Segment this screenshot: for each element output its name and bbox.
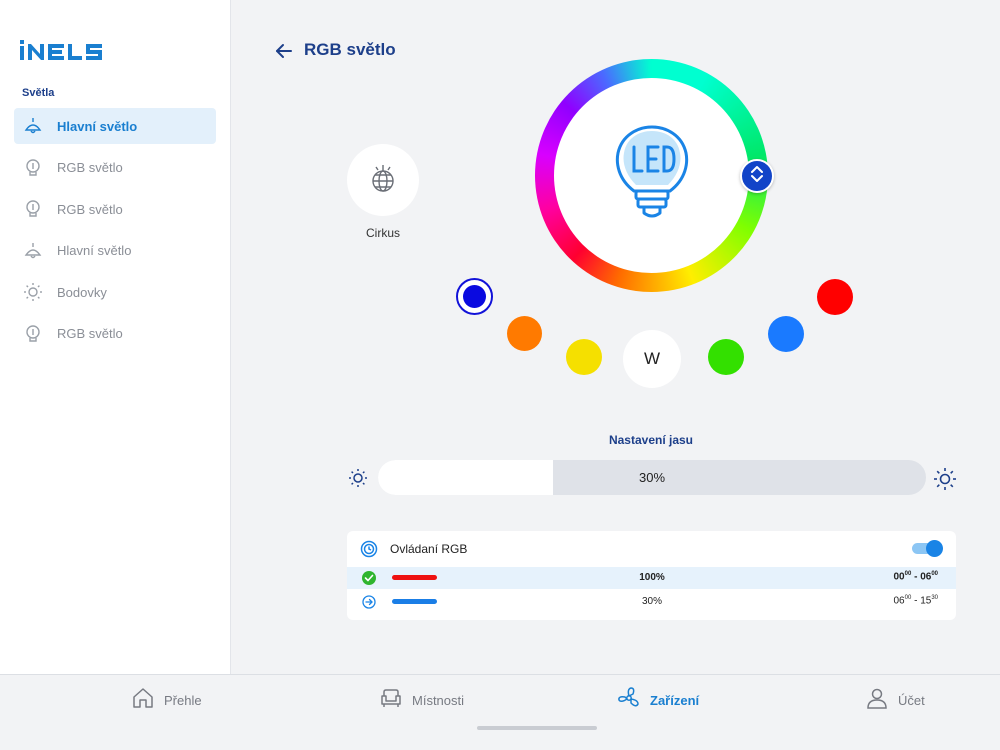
- bulb-icon: [22, 157, 44, 179]
- schedule-time: 0000 - 0600: [893, 571, 938, 583]
- brightness-value: 30%: [638, 470, 666, 485]
- led-bulb-icon: [612, 123, 692, 228]
- sidebar-list: Hlavní světlo RGB světlo RGB světlo Hlav…: [14, 108, 216, 357]
- disco-ball-icon: [366, 161, 400, 200]
- card-header: Ovládaní RGB: [347, 531, 956, 567]
- sidebar-item-label: RGB světlo: [57, 326, 123, 341]
- home-icon: [131, 686, 155, 715]
- nav-zarizeni[interactable]: Zařízení: [617, 685, 699, 715]
- bulb-icon: [22, 323, 44, 345]
- preset-color-orange[interactable]: [507, 316, 542, 351]
- sidebar-item-label: Hlavní světlo: [57, 118, 138, 134]
- sidebar-item-label: Bodovky: [57, 284, 107, 300]
- home-indicator[interactable]: [477, 726, 597, 730]
- sidebar-item-label: Hlavní světlo: [57, 243, 132, 258]
- scene-label: Cirkus: [365, 226, 400, 240]
- rgb-control-card: Ovládaní RGB 100% 0000 - 0600 30% 0600 -…: [347, 531, 956, 620]
- ceiling-lamp-icon: [22, 115, 44, 137]
- schedule-color-bar: [392, 575, 437, 580]
- card-title: Ovládaní RGB: [390, 542, 468, 556]
- sidebar-section-title: Světla: [22, 87, 55, 99]
- schedule-row[interactable]: 100% 0000 - 0600: [347, 567, 956, 589]
- brightness-up-icon[interactable]: [933, 467, 957, 491]
- nav-label: Přehle: [164, 692, 202, 708]
- schedule-color-bar: [392, 599, 437, 604]
- back-arrow-icon[interactable]: [273, 40, 295, 62]
- sidebar-item-rgb-svetlo[interactable]: RGB světlo: [14, 150, 216, 186]
- check-circle-icon: [362, 571, 376, 585]
- armchair-icon: [379, 686, 403, 715]
- preset-color-yellow[interactable]: [566, 339, 602, 375]
- schedule-percent: 30%: [641, 596, 662, 607]
- preset-color-red[interactable]: [817, 279, 853, 315]
- schedule-percent: 100%: [639, 572, 665, 583]
- sidebar: Světla Hlavní světlo RGB světlo RGB svět…: [0, 0, 231, 674]
- chevron-up-down-icon: [749, 164, 765, 189]
- nav-label: Účet: [898, 692, 925, 708]
- nav-prehled[interactable]: Přehle: [131, 685, 202, 715]
- sidebar-item-label: RGB světlo: [57, 160, 123, 175]
- preset-color-blue-selected[interactable]: [456, 278, 493, 315]
- nav-label: Zařízení: [650, 692, 700, 708]
- preset-color-green[interactable]: [708, 339, 744, 375]
- sidebar-item-label: RGB světlo: [57, 201, 123, 217]
- bottom-navigation: Přehle Místnosti Zařízení Účet: [0, 674, 1000, 750]
- color-wheel[interactable]: [535, 59, 768, 292]
- color-wheel-center: [554, 78, 749, 273]
- sidebar-item-rgb-svetlo[interactable]: RGB světlo: [14, 191, 216, 227]
- nav-label: Místnosti: [412, 692, 465, 708]
- inels-logo: [20, 38, 112, 67]
- user-icon: [865, 686, 889, 715]
- rgb-control-toggle[interactable]: [912, 540, 943, 557]
- sidebar-item-hlavni-svetlo[interactable]: Hlavní světlo: [14, 233, 216, 269]
- sidebar-item-rgb-svetlo[interactable]: RGB světlo: [14, 316, 216, 352]
- color-wheel-handle[interactable]: [740, 159, 774, 193]
- clock-icon: [360, 540, 378, 563]
- inels-logo-graphic: [20, 40, 102, 60]
- brightness-slider[interactable]: 30%: [378, 460, 926, 495]
- preset-white[interactable]: W: [623, 330, 681, 388]
- brightness-title: Nastavení jasu: [608, 433, 694, 447]
- ceiling-lamp-icon: [22, 240, 44, 262]
- arrow-circle-icon: [362, 595, 376, 609]
- page-title: RGB světlo: [304, 40, 396, 59]
- brightness-down-icon[interactable]: [347, 467, 369, 489]
- schedule-time: 0600 - 1530: [893, 595, 938, 607]
- nav-ucet[interactable]: Účet: [865, 685, 925, 715]
- sidebar-item-hlavni-svetlo[interactable]: Hlavní světlo: [14, 108, 216, 144]
- toggle-thumb: [926, 540, 943, 557]
- sun-icon: [22, 281, 44, 303]
- preset-color-blue[interactable]: [768, 316, 804, 352]
- nav-mistnosti[interactable]: Místnosti: [379, 685, 464, 715]
- scene-button[interactable]: [347, 144, 419, 216]
- fan-icon: [617, 686, 641, 715]
- sidebar-item-bodovky[interactable]: Bodovky: [14, 274, 216, 310]
- bulb-icon: [22, 198, 44, 220]
- schedule-row[interactable]: 30% 0600 - 1530: [347, 591, 956, 613]
